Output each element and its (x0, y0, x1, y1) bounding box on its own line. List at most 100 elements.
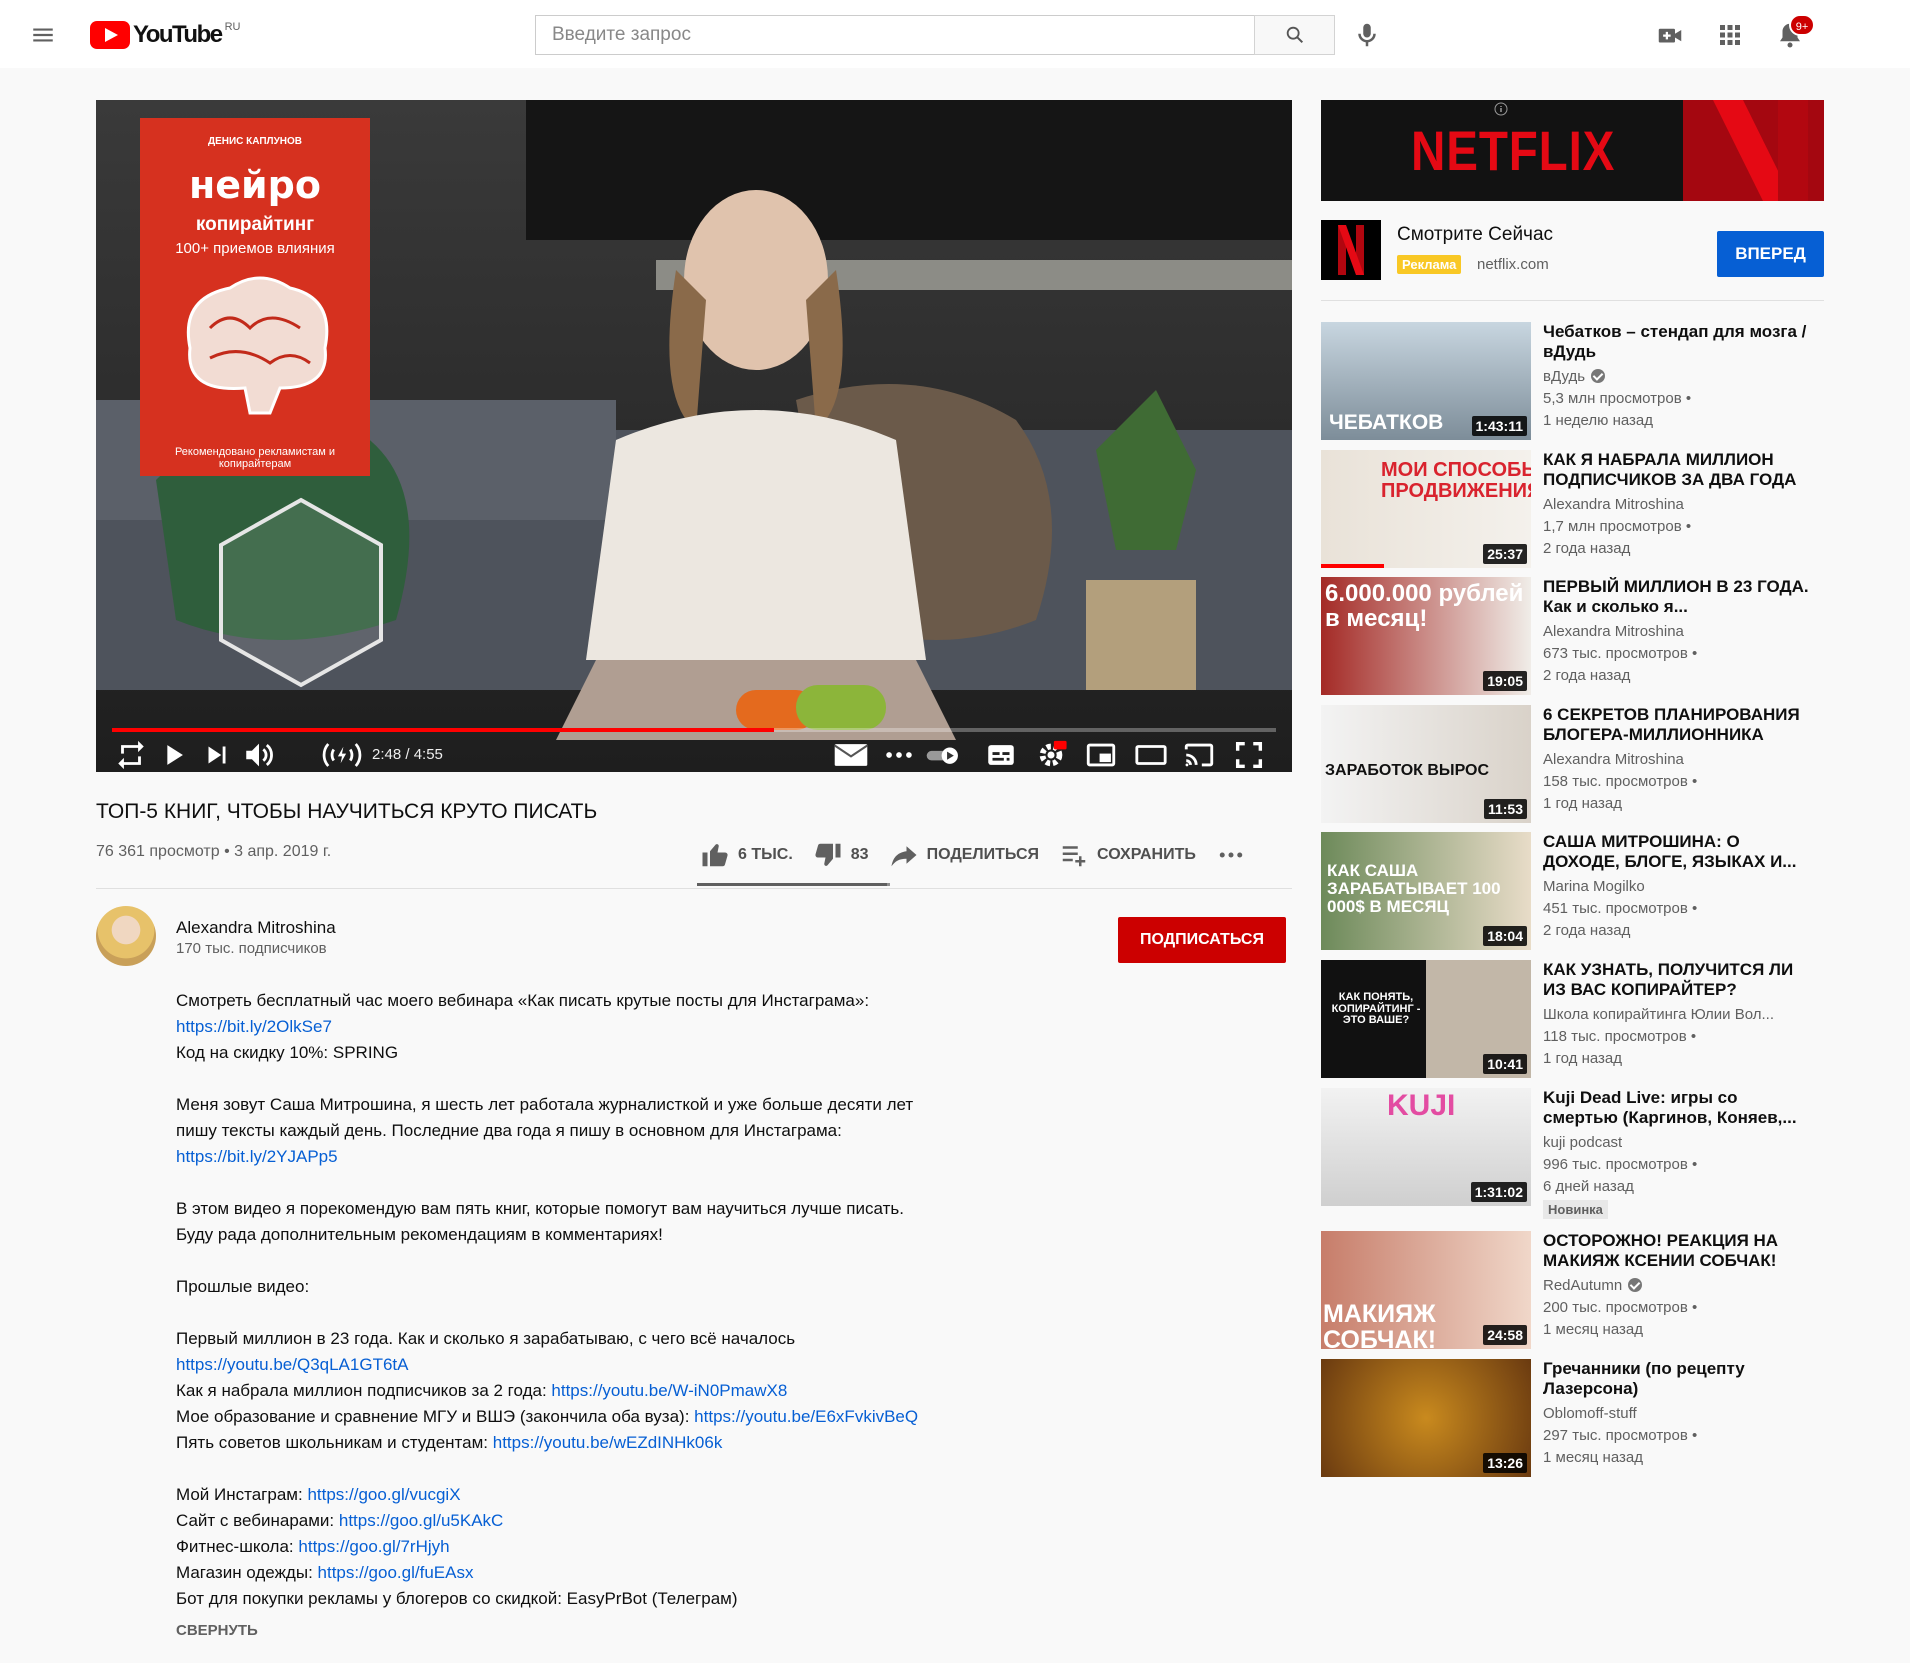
channel-name: Oblomoff-stuff (1543, 1405, 1637, 1422)
description-link[interactable]: https://youtu.be/W-iN0PmawX8 (551, 1381, 787, 1400)
views-text: 200 тыс. просмотров (1543, 1299, 1688, 1316)
description-line: Сайт с вебинарами: https://goo.gl/u5KAkC (176, 1508, 976, 1534)
description-link[interactable]: https://goo.gl/vucgiX (307, 1485, 460, 1504)
add-to-playlist-icon (1062, 846, 1086, 867)
fullscreen-icon[interactable] (1232, 738, 1266, 772)
description-link[interactable]: https://goo.gl/u5KAkC (339, 1511, 503, 1530)
channel-name: Alexandra Mitroshina (1543, 751, 1684, 768)
duration-badge: 19:05 (1483, 671, 1527, 691)
recommendation-title[interactable]: КАК Я НАБРАЛА МИЛЛИОН ПОДПИСЧИКОВ ЗА ДВА… (1543, 450, 1815, 490)
description-link[interactable]: https://bit.ly/2OlkSe7 (176, 1017, 332, 1036)
duration-badge: 1:43:11 (1471, 416, 1527, 436)
video-thumbnail[interactable]: МОИ СПОСОБЫ ПРОДВИЖЕНИЯ 25:37 (1321, 450, 1531, 568)
recommendation-item[interactable]: 13:26 Гречанники (по рецепту Лазерсона) Ob… (1321, 1359, 1824, 1477)
more-dots-icon (1219, 852, 1243, 858)
more-dots-icon[interactable] (882, 738, 916, 772)
subscribe-button[interactable]: ПОДПИСАТЬСЯ (1118, 917, 1286, 963)
recommendation-title[interactable]: ОСТОРОЖНО! РЕАКЦИЯ НА МАКИЯЖ КСЕНИИ СОБЧ… (1543, 1231, 1815, 1271)
create-video-icon[interactable] (1655, 20, 1685, 50)
recommendation-item[interactable]: КАК ПОНЯТЬ, КОПИРАЙТИНГ - ЭТО ВАШЕ? 10:41… (1321, 960, 1824, 1078)
loop-icon[interactable] (114, 738, 148, 772)
mail-icon[interactable] (832, 738, 870, 772)
recommendation-item[interactable]: 6.000.000 рублей в месяц! 19:05 ПЕРВЫЙ МИЛ… (1321, 577, 1824, 695)
description-link[interactable]: https://goo.gl/fuEAsx (318, 1563, 474, 1582)
apps-grid-icon[interactable] (1715, 20, 1745, 50)
recommendation-channel: Alexandra Mitroshina (1543, 751, 1684, 768)
video-thumbnail[interactable]: ЧЕБАТКОВ 1:43:11 (1321, 322, 1531, 440)
recommendation-title[interactable]: САША МИТРОШИНА: О ДОХОДЕ, БЛОГЕ, ЯЗЫКАХ … (1543, 832, 1815, 872)
views-text: 451 тыс. просмотров (1543, 900, 1688, 917)
views-text: 673 тыс. просмотров (1543, 645, 1688, 662)
search-button[interactable] (1254, 15, 1335, 55)
description-line: Как я набрала миллион подписчиков за 2 г… (176, 1378, 976, 1404)
search-icon (1286, 26, 1303, 44)
video-thumbnail[interactable]: КАК САША ЗАРАБАТЫВАЕТ 100 000$ В МЕСЯЦ 18… (1321, 832, 1531, 950)
notifications-badge: 9+ (1789, 14, 1815, 36)
recommendation-title[interactable]: КАК УЗНАТЬ, ПОЛУЧИТСЯ ЛИ ИЗ ВАС КОПИРАЙТ… (1543, 960, 1815, 1000)
ad-title[interactable]: Смотрите Сейчас (1397, 224, 1553, 246)
description-line: https://youtu.be/Q3qLA1GT6tA (176, 1352, 976, 1378)
subtitles-icon[interactable] (984, 738, 1018, 772)
video-thumbnail[interactable]: KUJI 1:31:02 (1321, 1088, 1531, 1206)
volume-icon[interactable] (242, 738, 276, 772)
description-link[interactable]: https://goo.gl/7rHjyh (298, 1537, 449, 1556)
collapse-button[interactable]: СВЕРНУТЬ (176, 1622, 258, 1639)
recommendation-item[interactable]: КАК САША ЗАРАБАТЫВАЕТ 100 000$ В МЕСЯЦ 18… (1321, 832, 1824, 950)
channel-name: RedAutumn (1543, 1277, 1623, 1294)
description-text: Первый миллион в 23 года. Как и сколько … (176, 1329, 796, 1348)
more-actions-button[interactable] (1216, 835, 1254, 875)
video-thumbnail[interactable]: КАК ПОНЯТЬ, КОПИРАЙТИНГ - ЭТО ВАШЕ? 10:41 (1321, 960, 1531, 1078)
description-link[interactable]: https://bit.ly/2YJAPp5 (176, 1147, 338, 1166)
channel-name[interactable]: Alexandra Mitroshina (176, 918, 336, 938)
dislike-button[interactable]: 83 (813, 835, 869, 875)
book-author: ДЕНИС КАПЛУНОВ (207, 136, 303, 147)
description-text: Прошлые видео: (176, 1277, 310, 1296)
description-link[interactable]: https://youtu.be/Q3qLA1GT6tA (176, 1355, 408, 1374)
channel-avatar[interactable] (96, 906, 156, 966)
description-text: Мой Инстаграм: (176, 1485, 308, 1504)
video-thumbnail[interactable]: 6.000.000 рублей в месяц! 19:05 (1321, 577, 1531, 695)
miniplayer-icon[interactable] (1084, 738, 1118, 772)
recommendation-title[interactable]: ПЕРВЫЙ МИЛЛИОН В 23 ГОДА. Как и сколько … (1543, 577, 1815, 617)
video-player[interactable]: ДЕНИС КАПЛУНОВ нейро копирайтинг 100+ пр… (96, 100, 1292, 772)
recommendation-item[interactable]: МАКИЯЖ СОБЧАК! 24:58 ОСТОРОЖНО! РЕАКЦИЯ НА… (1321, 1231, 1824, 1349)
video-thumbnail[interactable]: 13:26 (1321, 1359, 1531, 1477)
recommendation-item[interactable]: МОИ СПОСОБЫ ПРОДВИЖЕНИЯ 25:37 КАК Я НАБРАЛ… (1321, 450, 1824, 568)
recommendation-views: 673 тыс. просмотров • (1543, 645, 1698, 662)
recommendation-item[interactable]: KUJI 1:31:02 Kuji Dead Live: игры со смерт… (1321, 1088, 1824, 1219)
duration-badge: 10:41 (1483, 1054, 1527, 1074)
microphone-icon[interactable] (1352, 20, 1382, 50)
cast-icon[interactable] (1182, 738, 1216, 772)
settings-gear-icon[interactable] (1034, 738, 1068, 772)
recommendation-item[interactable]: ЗАРАБОТОК ВЫРОС 11:53 6 СЕКРЕТОВ ПЛАНИРОВА… (1321, 705, 1824, 823)
video-actions: 6 тыс. 83 Поделиться Сохранить (700, 835, 1274, 875)
description-link[interactable]: https://youtu.be/wEZdINHk06k (493, 1433, 723, 1452)
like-button[interactable]: 6 тыс. (700, 835, 793, 875)
ad-cta-button[interactable]: ВПЕРЕД (1717, 231, 1824, 277)
share-button[interactable]: Поделиться (889, 835, 1039, 875)
progress-bar[interactable] (112, 728, 1276, 732)
search-input[interactable]: Введите запрос (535, 15, 1255, 55)
next-icon[interactable] (200, 738, 234, 772)
autoplay-icon[interactable] (320, 738, 364, 772)
autoplay-toggle[interactable] (924, 738, 962, 772)
youtube-logo[interactable]: YouTube RU (90, 20, 240, 50)
recommendation-title[interactable]: Гречанники (по рецепту Лазерсона) (1543, 1359, 1815, 1399)
ad-banner[interactable]: NETFLIX (1321, 100, 1824, 201)
recommendation-item[interactable]: ЧЕБАТКОВ 1:43:11 Чебатков – стендап для мо… (1321, 322, 1824, 440)
description-link[interactable]: https://youtu.be/E6xFvkivBeQ (694, 1407, 918, 1426)
brain-illustration (186, 276, 329, 415)
description-line: Буду рада дополнительным рекомендациям в… (176, 1222, 976, 1248)
recommendation-title[interactable]: Kuji Dead Live: игры со смертью (Каргино… (1543, 1088, 1815, 1128)
ad-info-icon[interactable] (1494, 102, 1508, 116)
menu-icon[interactable] (30, 22, 56, 48)
netflix-logo-icon[interactable] (1321, 220, 1381, 280)
theater-mode-icon[interactable] (1134, 738, 1168, 772)
play-icon[interactable] (156, 738, 190, 772)
video-thumbnail[interactable]: МАКИЯЖ СОБЧАК! 24:58 (1321, 1231, 1531, 1349)
recommendation-channel: Alexandra Mitroshina (1543, 623, 1684, 640)
recommendation-title[interactable]: 6 СЕКРЕТОВ ПЛАНИРОВАНИЯ БЛОГЕРА-МИЛЛИОНН… (1543, 705, 1815, 745)
recommendation-title[interactable]: Чебатков – стендап для мозга / вДудь (1543, 322, 1815, 362)
save-button[interactable]: Сохранить (1059, 835, 1196, 875)
video-thumbnail[interactable]: ЗАРАБОТОК ВЫРОС 11:53 (1321, 705, 1531, 823)
